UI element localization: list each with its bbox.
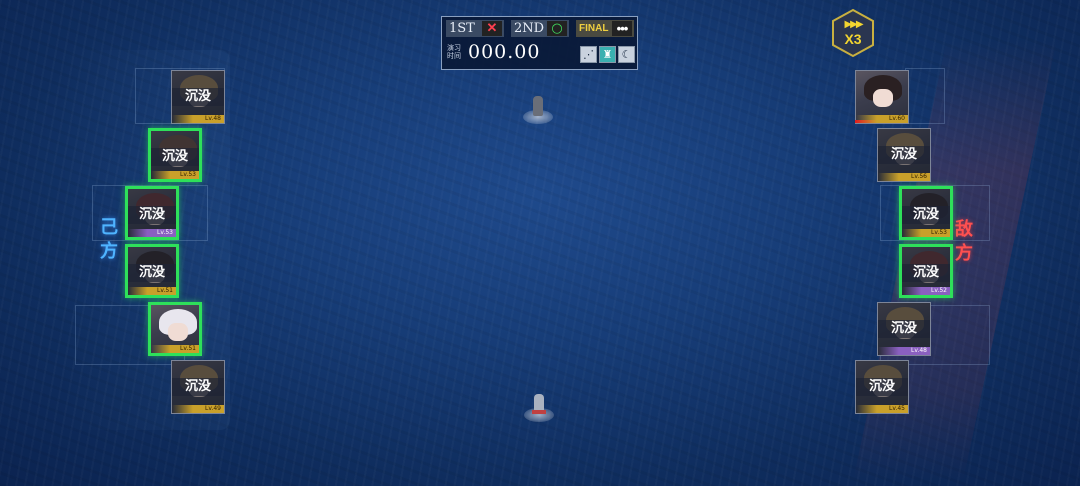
sunk-status: 沉没 <box>856 378 908 396</box>
enemy-ship-sprite <box>523 94 553 124</box>
portrait-face <box>168 323 188 341</box>
enemy-ship-card[interactable]: 沉没 Lv.45 <box>855 360 909 414</box>
round-1-label: 1ST <box>449 21 475 36</box>
ship-level: Lv.51 <box>128 287 176 295</box>
sunk-status: 沉没 <box>902 264 950 282</box>
ship-level: Lv.48 <box>172 115 224 123</box>
ship-hull <box>533 96 543 116</box>
ship-level: Lv.49 <box>172 405 224 413</box>
ally-ship-card[interactable]: 沉没 Lv.53 <box>125 186 179 240</box>
pending-icon: ••• <box>612 21 632 36</box>
ship-level: Lv.52 <box>902 287 950 295</box>
enemy-ship-card[interactable]: 沉没 Lv.56 <box>877 128 931 182</box>
round-2-label: 2ND <box>514 21 545 36</box>
round-1-indicator: 1ST ✕ <box>446 20 504 37</box>
fleet-icon: ♜ <box>599 46 616 63</box>
enemy-side-text: 敌方 <box>955 219 973 264</box>
ship-level: Lv.53 <box>128 229 176 237</box>
round-2-indicator: 2ND ○ <box>511 20 569 37</box>
enemy-frame <box>905 68 945 124</box>
ship-level: Lv.60 <box>856 115 908 123</box>
sunk-status: 沉没 <box>151 148 199 166</box>
night-moon-icon: ☾ <box>618 46 635 63</box>
enemy-ship-card[interactable]: 沉没 Lv.52 <box>899 244 953 298</box>
ally-ship-card[interactable]: 沉没 Lv.53 <box>148 128 202 182</box>
formation-icon: ⋰ <box>580 46 597 63</box>
portrait-face <box>873 89 893 107</box>
ship-level: Lv.53 <box>151 171 199 179</box>
sunk-status: 沉没 <box>172 378 224 396</box>
round-final-indicator: FINAL ••• <box>576 20 634 37</box>
ally-ship-card[interactable]: 沉没 Lv.51 <box>125 244 179 298</box>
enemy-ship-card[interactable]: 沉没 Lv.53 <box>899 186 953 240</box>
ally-side-label: 己方 <box>100 216 122 264</box>
sunk-status: 沉没 <box>128 206 176 224</box>
ship-level: Lv.53 <box>902 229 950 237</box>
round-final-label: FINAL <box>579 23 609 34</box>
sunk-status: 沉没 <box>878 320 930 338</box>
battle-timer: 000.00 <box>468 41 541 63</box>
time-label: 演习时间 <box>447 44 461 60</box>
speed-label: X3 <box>844 31 862 47</box>
fail-icon: ✕ <box>482 21 502 36</box>
sunk-status: 沉没 <box>902 206 950 224</box>
ship-level: Lv.51 <box>151 345 199 353</box>
ship-rigging <box>532 410 546 414</box>
ally-ship-card[interactable]: 沉没 Lv.48 <box>171 70 225 124</box>
speed-toggle-button[interactable]: ▶▶▶ X3 <box>830 8 876 58</box>
ally-ship-card[interactable]: Lv.51 <box>148 302 202 356</box>
ally-side-text: 己方 <box>100 217 118 262</box>
sunk-status: 沉没 <box>878 146 930 164</box>
score-panel: 1ST ✕ 2ND ○ FINAL ••• 演习时间 000.00 ⋰ ♜ ☾ <box>441 16 638 70</box>
sunk-status: 沉没 <box>172 88 224 106</box>
ship-level: Lv.56 <box>878 173 930 181</box>
ally-ship-sprite <box>524 392 554 422</box>
ally-ship-card[interactable]: 沉没 Lv.49 <box>171 360 225 414</box>
enemy-ship-card[interactable]: Lv.60 <box>855 70 909 124</box>
ship-level: Lv.45 <box>856 405 908 413</box>
ship-level: Lv.48 <box>878 347 930 355</box>
fast-forward-icon: ▶▶▶ <box>844 19 863 30</box>
enemy-side-label: 敌方 <box>955 218 977 266</box>
success-icon: ○ <box>547 21 567 36</box>
enemy-ship-card[interactable]: 沉没 Lv.48 <box>877 302 931 356</box>
sunk-status: 沉没 <box>128 264 176 282</box>
